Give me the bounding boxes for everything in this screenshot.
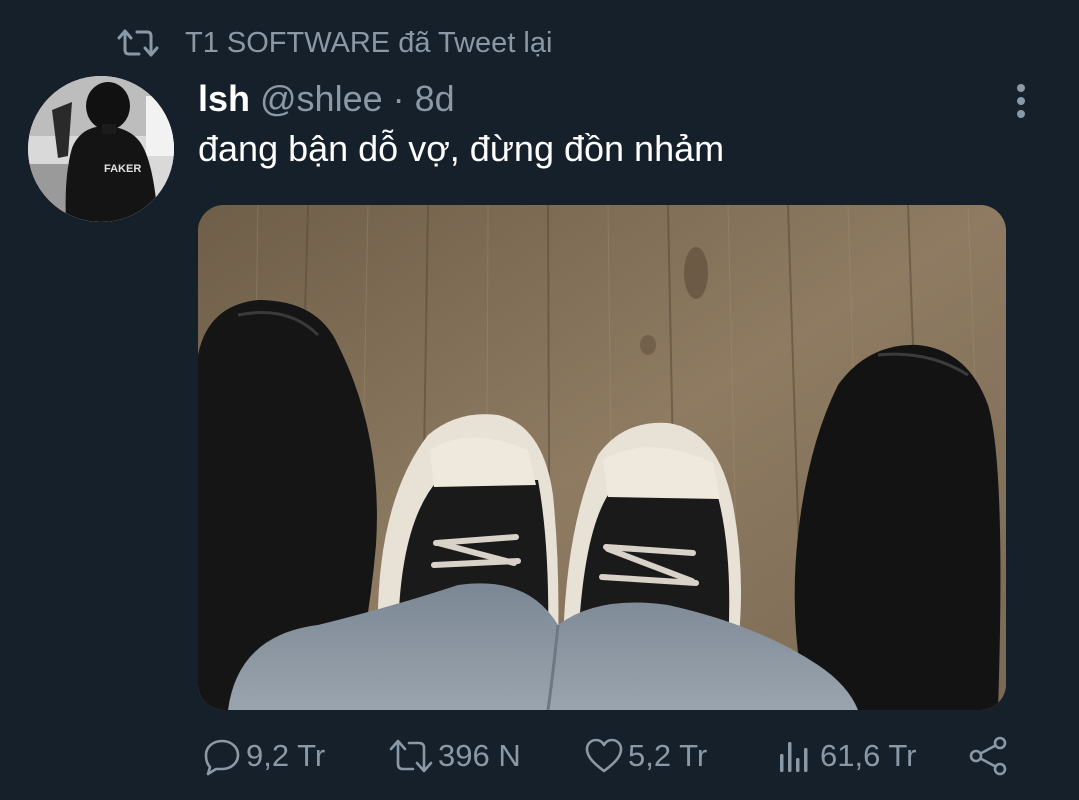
- avatar-jacket-text: FAKER: [104, 163, 141, 175]
- reply-button[interactable]: 9,2 Tr: [202, 728, 325, 784]
- avatar[interactable]: FAKER: [28, 76, 174, 222]
- tweet-photo[interactable]: [198, 205, 1006, 710]
- retweet-count: 396 N: [438, 738, 521, 773]
- reply-icon: [202, 736, 242, 776]
- heart-icon: [584, 736, 624, 776]
- retweet-button[interactable]: 396 N: [388, 728, 521, 784]
- tweet-header: lsh @shlee · 8d: [198, 78, 455, 124]
- timestamp[interactable]: 8d: [415, 78, 455, 119]
- like-button[interactable]: 5,2 Tr: [584, 728, 707, 784]
- display-name[interactable]: lsh: [198, 78, 250, 120]
- retweet-icon: [388, 736, 434, 776]
- more-vertical-icon[interactable]: [1008, 82, 1034, 122]
- retweet-context: T1 SOFTWARE đã Tweet lại: [115, 22, 552, 64]
- analytics-icon: [776, 736, 816, 776]
- tweet-actions: 9,2 Tr 396 N 5,2 Tr 61,6 Tr: [198, 728, 1018, 784]
- share-icon: [968, 735, 1010, 777]
- handle[interactable]: @shlee: [260, 78, 383, 119]
- tweet[interactable]: T1 SOFTWARE đã Tweet lại FAKER lsh @shle…: [0, 0, 1079, 800]
- share-button[interactable]: [968, 728, 1010, 784]
- tweet-text: đang bận dỗ vợ, đừng đồn nhảm: [198, 128, 725, 169]
- separator: ·: [392, 78, 405, 119]
- retweet-context-text: T1 SOFTWARE đã Tweet lại: [185, 26, 553, 59]
- retweet-icon: [115, 28, 161, 58]
- views-button[interactable]: 61,6 Tr: [776, 728, 917, 784]
- reply-count: 9,2 Tr: [246, 738, 326, 773]
- views-count: 61,6 Tr: [820, 738, 917, 773]
- like-count: 5,2 Tr: [628, 738, 708, 773]
